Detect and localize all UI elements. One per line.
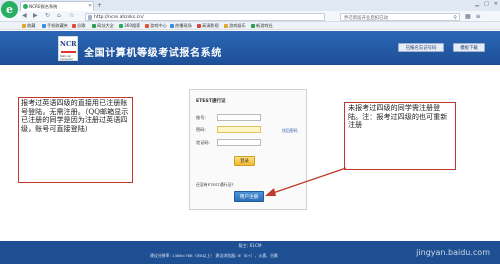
watermark: jingyan.baidu.com (416, 248, 490, 257)
arrow-line (269, 167, 347, 195)
arrow-head (265, 188, 276, 196)
footer-line2: 建议分辨率: 1366×768（IE8以上） 建议浏览器: IE（8+）、火狐、… (150, 253, 278, 258)
annotation-arrow (265, 167, 347, 196)
